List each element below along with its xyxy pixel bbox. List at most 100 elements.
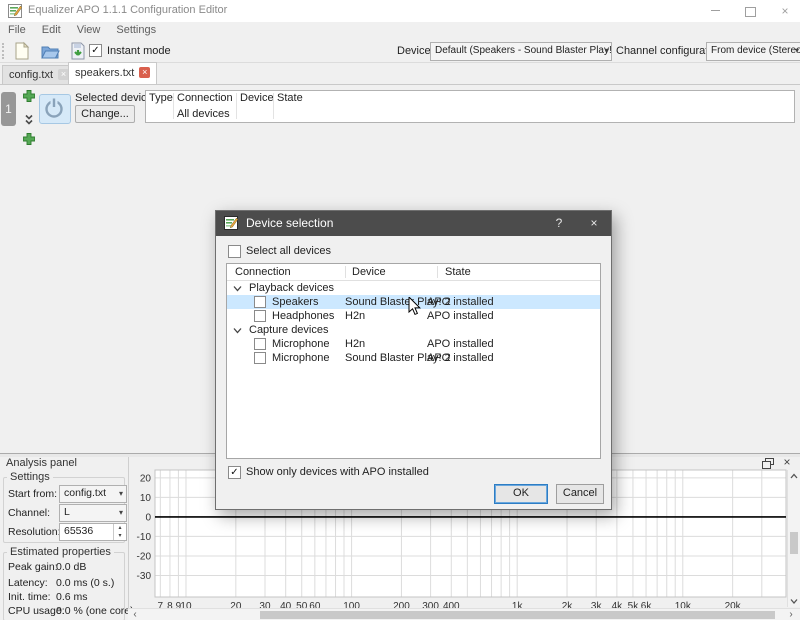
power-toggle-button[interactable] xyxy=(39,94,71,124)
scroll-up-icon[interactable] xyxy=(790,473,798,479)
dialog-title: Device selection xyxy=(246,216,333,230)
cell-connection: Microphone xyxy=(272,351,329,365)
close-button[interactable]: × xyxy=(768,0,800,22)
equalizer-apo-window: Equalizer APO 1.1.1 Configuration Editor… xyxy=(0,0,800,620)
property-value: 0.0 % (one core) xyxy=(56,605,134,617)
vscroll-thumb[interactable] xyxy=(790,532,798,554)
estimated-group-title: Estimated properties xyxy=(7,546,114,558)
tree-expand-icon[interactable] xyxy=(233,284,242,293)
toolbar-grip[interactable] xyxy=(2,43,4,59)
column-divider xyxy=(437,266,438,278)
cancel-button[interactable]: Cancel xyxy=(556,484,604,504)
instant-mode-label: Instant mode xyxy=(107,45,171,57)
app-icon xyxy=(8,4,22,18)
menu-item-edit[interactable]: Edit xyxy=(34,22,69,36)
header-connection: Connection xyxy=(235,265,291,279)
property-value: 0.0 ms (0 s.) xyxy=(56,577,114,589)
column-divider xyxy=(273,93,274,119)
chevron-down-icon: ▾ xyxy=(119,505,123,520)
header-state: State xyxy=(445,265,471,279)
menu-item-view[interactable]: View xyxy=(69,22,109,36)
open-folder-icon xyxy=(40,41,60,61)
group-row[interactable]: Capture devices xyxy=(227,323,600,337)
axis-tick-label: 10 xyxy=(140,493,152,504)
tab-config.txt[interactable]: config.txt× xyxy=(2,65,76,84)
channel-dropdown[interactable]: L ▾ xyxy=(59,504,127,522)
cell-state: APO installed xyxy=(427,295,494,309)
graph-horizontal-scrollbar[interactable]: ‹ › xyxy=(128,608,800,620)
device-row[interactable]: MicrophoneH2nAPO installed xyxy=(227,337,600,351)
group-row[interactable]: Playback devices xyxy=(227,281,600,295)
select-all-label: Select all devices xyxy=(246,245,331,257)
tabbar: config.txt×speakers.txt × xyxy=(0,62,800,85)
axis-tick-label: 0 xyxy=(145,512,151,523)
channel-config-value: From device (Stereo) xyxy=(711,45,800,56)
property-label: Latency: xyxy=(8,577,48,589)
tab-close-icon[interactable]: × xyxy=(139,67,150,78)
add-filter-button[interactable] xyxy=(22,89,36,103)
chevron-down-icon: ▾ xyxy=(605,43,609,59)
window-title: Equalizer APO 1.1.1 Configuration Editor xyxy=(28,4,227,16)
hscroll-thumb[interactable] xyxy=(260,611,775,619)
cell-device: H2n xyxy=(345,309,365,323)
cell-connection: Speakers xyxy=(272,295,318,309)
change-devices-button[interactable]: Change... xyxy=(75,105,135,123)
device-checkbox[interactable] xyxy=(254,352,266,364)
spin-up-icon[interactable]: ▴ xyxy=(114,524,126,532)
spin-down-icon[interactable]: ▾ xyxy=(114,532,126,540)
property-label: Peak gain: xyxy=(8,561,58,573)
start-from-dropdown[interactable]: config.txt ▾ xyxy=(59,485,127,503)
group-label: Playback devices xyxy=(249,281,334,295)
menu-item-settings[interactable]: Settings xyxy=(108,22,164,36)
instant-mode-checkbox[interactable]: ✓ xyxy=(89,44,102,57)
open-file-button[interactable] xyxy=(40,41,62,61)
show-only-apo-checkbox[interactable]: ✓ xyxy=(228,466,241,479)
channel-value: L xyxy=(64,506,70,518)
device-checkbox[interactable] xyxy=(254,296,266,308)
group-label: Capture devices xyxy=(249,323,329,337)
device-selection-table: Connection Device State Playback devices… xyxy=(226,263,601,459)
save-icon xyxy=(68,41,88,61)
add-row-button[interactable] xyxy=(22,132,36,146)
maximize-button[interactable] xyxy=(733,0,767,22)
device-checkbox[interactable] xyxy=(254,310,266,322)
device-label: Device: xyxy=(397,45,434,57)
device-checkbox[interactable] xyxy=(254,338,266,350)
tab-speakers.txt[interactable]: speakers.txt × xyxy=(68,62,157,84)
resolution-label: Resolution: xyxy=(8,526,61,538)
analysis-panel-title: Analysis panel xyxy=(6,457,77,469)
scroll-down-icon[interactable] xyxy=(790,598,798,604)
new-file-icon xyxy=(12,41,32,61)
save-file-button[interactable] xyxy=(68,41,90,61)
minimize-button[interactable] xyxy=(698,0,732,22)
tab-label: speakers.txt xyxy=(75,67,134,79)
filter-row-number: 1 xyxy=(1,92,16,126)
ok-button[interactable]: OK xyxy=(494,484,548,504)
resolution-spinbox[interactable]: 65536 ▴ ▾ xyxy=(59,523,127,541)
cell-connection: Microphone xyxy=(272,337,329,351)
chevron-down-icon: ▾ xyxy=(795,43,799,59)
menubar: FileEditViewSettings xyxy=(0,22,800,40)
scroll-right-icon[interactable]: › xyxy=(786,609,796,620)
all-devices-row[interactable]: All devices xyxy=(177,107,230,121)
new-file-button[interactable] xyxy=(12,41,34,61)
scroll-left-icon[interactable]: ‹ xyxy=(130,609,140,620)
device-row[interactable]: MicrophoneSound Blaster Play! 2APO insta… xyxy=(227,351,600,365)
spinner-buttons[interactable]: ▴ ▾ xyxy=(113,524,126,540)
tab-label: config.txt xyxy=(9,69,53,81)
header-device: Device xyxy=(352,265,386,279)
dialog-close-button[interactable]: × xyxy=(579,211,609,236)
device-dropdown[interactable]: Default (Speakers - Sound Blaster Play! … xyxy=(430,42,612,61)
graph-vertical-scrollbar[interactable] xyxy=(787,470,800,607)
dialog-help-button[interactable]: ? xyxy=(544,211,574,236)
property-label: Init. time: xyxy=(8,591,51,603)
axis-tick-label: -20 xyxy=(137,551,152,562)
column-divider xyxy=(345,266,346,278)
collapse-chevrons-icon[interactable] xyxy=(24,114,34,126)
tree-expand-icon[interactable] xyxy=(233,326,242,335)
col-connection: Connection xyxy=(177,91,233,106)
dialog-titlebar[interactable]: Device selection ? × xyxy=(216,211,611,236)
menu-item-file[interactable]: File xyxy=(0,22,34,36)
select-all-checkbox[interactable] xyxy=(228,245,241,258)
channel-config-dropdown[interactable]: From device (Stereo) ▾ xyxy=(706,42,800,61)
